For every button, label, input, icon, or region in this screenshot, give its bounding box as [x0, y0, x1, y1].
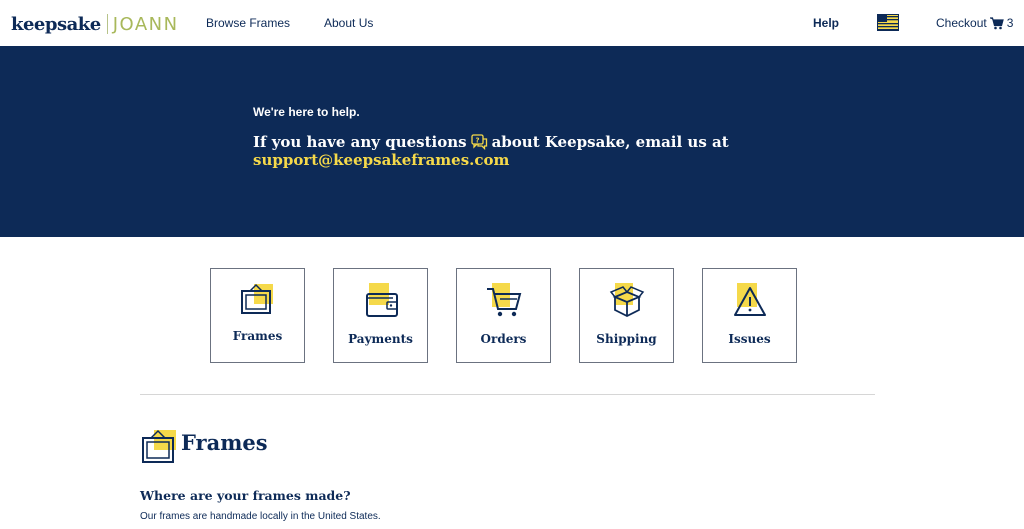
category-label-frames: Frames — [232, 329, 283, 343]
hero-intro: We're here to help. — [253, 105, 360, 119]
category-card-payments[interactable]: Payments — [333, 268, 428, 363]
category-label-orders: Orders — [480, 332, 527, 346]
category-label-shipping: Shipping — [596, 332, 657, 346]
category-label-payments: Payments — [348, 332, 413, 346]
section-divider — [140, 394, 875, 395]
wallet-icon — [365, 283, 398, 317]
hero-line-before: If you have any questions — [253, 133, 467, 151]
cart-count: 3 — [1006, 16, 1014, 30]
svg-text:?: ? — [475, 137, 479, 145]
keepsake-joann-logo[interactable]: keepsake JOANN — [11, 13, 179, 35]
nav-browse-frames[interactable]: Browse Frames — [206, 16, 290, 30]
cart-icon — [989, 16, 1004, 29]
nav-about-us[interactable]: About Us — [324, 16, 373, 30]
category-card-frames[interactable]: Frames — [210, 268, 305, 363]
us-flag-icon[interactable] — [877, 14, 899, 31]
faq-answer: Our frames are handmade locally in the U… — [140, 511, 381, 522]
warning-icon — [733, 283, 766, 316]
checkout-button[interactable]: Checkout 3 — [936, 16, 1013, 30]
cart-icon — [486, 283, 521, 317]
logo-joann-text: JOANN — [112, 13, 179, 35]
category-card-issues[interactable]: Issues — [702, 268, 797, 363]
category-card-shipping[interactable]: Shipping — [579, 268, 674, 363]
faq-question[interactable]: Where are your frames made? — [140, 488, 351, 503]
top-header: keepsake JOANN Browse Frames About Us He… — [0, 0, 1024, 46]
checkout-label: Checkout — [936, 16, 987, 30]
category-card-orders[interactable]: Orders — [456, 268, 551, 363]
frame-icon — [240, 283, 273, 314]
hero-question-line: If you have any questions ? about Keepsa… — [253, 133, 729, 151]
category-label-issues: Issues — [728, 332, 771, 346]
frame-icon — [142, 429, 176, 463]
chat-question-icon: ? — [470, 134, 487, 150]
box-icon — [609, 283, 644, 318]
logo-keepsake-text: keepsake — [11, 13, 101, 35]
hero-line-after: about Keepsake, email us at — [491, 133, 729, 151]
nav-help[interactable]: Help — [813, 16, 839, 30]
help-category-cards: Frames Payments Orders Shipping Issues — [210, 268, 797, 363]
logo-divider — [106, 14, 108, 34]
support-email-link[interactable]: support@keepsakeframes.com — [253, 151, 509, 169]
section-title-frames: Frames — [181, 430, 268, 455]
